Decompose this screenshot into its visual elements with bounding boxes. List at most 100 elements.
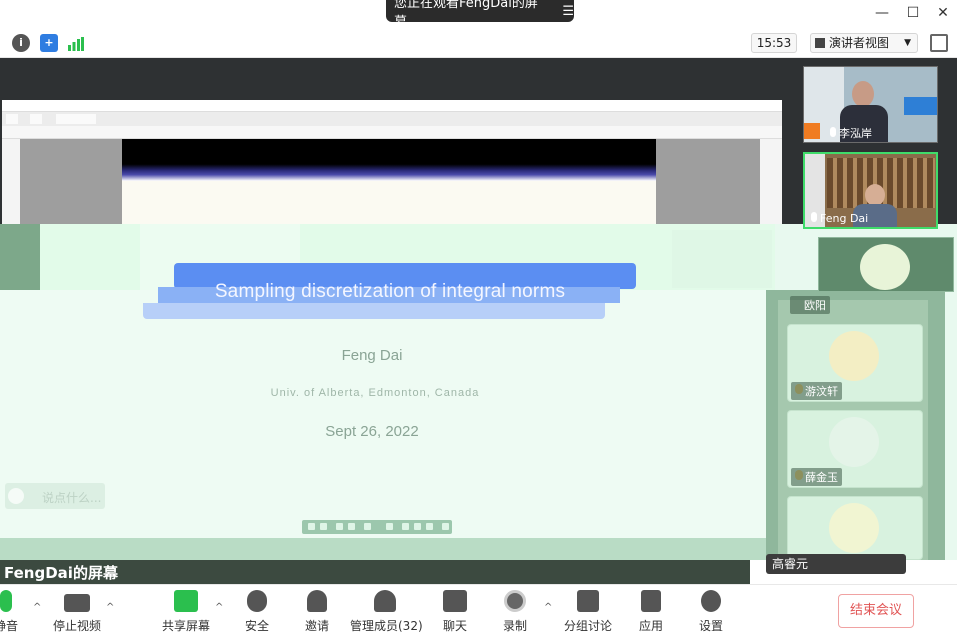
avatar [829, 417, 879, 467]
settings-label: 设置 [698, 619, 723, 633]
pdf-left-rail [2, 139, 20, 224]
breakout-icon [577, 590, 599, 612]
security-label: 安全 [244, 619, 269, 633]
share-screen-label: 共享屏幕 [162, 619, 211, 633]
share-screen-button[interactable]: 共享屏幕 [162, 590, 210, 634]
participant-video[interactable]: 李泓岸 [803, 66, 938, 143]
share-banner-text: 您正在观看FengDai的屏幕 [394, 0, 538, 30]
screen-owner-label: FengDai的屏幕 [4, 564, 118, 582]
person-head [865, 184, 885, 206]
avatar-icon [804, 123, 820, 139]
toolbar-dot[interactable] [402, 523, 409, 530]
apps-button[interactable]: 应用 [634, 590, 668, 634]
mic-icon [0, 590, 12, 612]
toolbar-dot[interactable] [364, 523, 371, 530]
end-meeting-button[interactable]: 结束会议 [838, 594, 914, 628]
mute-label: 静音 [0, 619, 18, 633]
share-screen-icon [174, 590, 198, 612]
stop-video-button[interactable]: 停止视频 [52, 590, 102, 634]
meeting-clock: 15:53 [751, 33, 797, 53]
pdf-viewer-toolbar [2, 126, 782, 139]
toolbar-dot[interactable] [320, 523, 327, 530]
chat-button[interactable]: 聊天 [438, 590, 472, 634]
invite-label: 邀请 [304, 619, 329, 633]
pdf-viewer-tabs [2, 112, 782, 126]
security-button[interactable]: 安全 [240, 590, 274, 634]
avatar [829, 331, 879, 381]
record-label: 录制 [502, 619, 527, 633]
toolbar-dot[interactable] [414, 523, 421, 530]
toolbar-dot[interactable] [308, 523, 315, 530]
pdf-viewer-titlebar [2, 100, 782, 112]
apps-label: 应用 [638, 619, 663, 633]
pdf-tab-tools [30, 114, 42, 124]
view-mode-dropdown[interactable]: 演讲者视图 ▼ [810, 33, 918, 53]
avatar [829, 503, 879, 553]
slide-page [122, 181, 656, 224]
slide-affiliation: Univ. of Alberta, Edmonton, Canada [270, 387, 480, 399]
layout-icon [815, 38, 825, 48]
video-icon [64, 594, 90, 612]
apps-icon [641, 590, 661, 612]
minimize-button[interactable]: — [871, 4, 893, 22]
manage-members-label: 管理成员(32) [350, 619, 423, 633]
toolbar-dot[interactable] [336, 523, 343, 530]
avatar [860, 244, 910, 290]
fullscreen-icon[interactable] [930, 34, 948, 52]
control-bar [0, 584, 957, 636]
record-button[interactable]: 录制 [498, 590, 532, 634]
toolbar-dot[interactable] [442, 523, 449, 530]
invite-button[interactable]: 邀请 [300, 590, 334, 634]
participant-name: 薛金玉 [791, 468, 842, 486]
participant-name: 游汶轩 [791, 382, 842, 400]
person-head [852, 81, 874, 107]
participant-name: 高睿元 [766, 554, 906, 574]
chevron-up-icon[interactable]: ^ [106, 602, 114, 613]
pdf-tab-home [6, 114, 18, 124]
slide-body [0, 290, 770, 540]
slide-title: Sampling discretization of integral norm… [214, 281, 566, 302]
slide-date: Sept 26, 2022 [325, 423, 419, 440]
breakout-button[interactable]: 分组讨论 [562, 590, 614, 634]
artifact-band [0, 538, 766, 560]
chevron-up-icon[interactable]: ^ [33, 602, 41, 613]
mute-button[interactable]: 静音 [0, 590, 26, 634]
chevron-down-icon: ▼ [904, 38, 911, 48]
mic-icon [811, 212, 817, 222]
participant-name: 李泓岸 [839, 127, 872, 140]
slide-title-banner-ghost [143, 303, 605, 319]
pdf-right-rail [760, 139, 782, 224]
share-banner[interactable]: 您正在观看FengDai的屏幕 ☰ [386, 0, 574, 30]
slide-header-band [122, 139, 656, 181]
manage-members-button[interactable]: 管理成员(32) [350, 590, 423, 634]
close-button[interactable]: ✕ [932, 4, 954, 22]
settings-button[interactable]: 设置 [694, 590, 728, 634]
toolbar-dot[interactable] [426, 523, 433, 530]
mic-icon [830, 127, 836, 137]
chat-icon [443, 590, 467, 612]
view-mode-label: 演讲者视图 [829, 36, 890, 50]
chevron-up-icon[interactable]: ^ [544, 602, 552, 613]
background-furniture [904, 97, 937, 115]
shield-icon[interactable]: + [40, 34, 58, 52]
participant-name: 欧阳 [790, 296, 830, 314]
maximize-button[interactable]: ☐ [902, 4, 924, 22]
members-icon [374, 590, 396, 612]
toolbar-dot[interactable] [386, 523, 393, 530]
chevron-up-icon[interactable]: ^ [215, 602, 223, 613]
gear-icon [701, 590, 721, 612]
participant-name: Feng Dai [820, 212, 869, 225]
pdf-tab-document [56, 114, 96, 124]
emoji-icon[interactable] [8, 488, 24, 504]
info-icon[interactable]: i [12, 34, 30, 52]
stop-video-label: 停止视频 [52, 619, 101, 633]
toolbar-dot[interactable] [348, 523, 355, 530]
invite-icon [307, 590, 327, 612]
menu-icon[interactable]: ☰ [562, 4, 574, 19]
shield-icon [247, 590, 267, 612]
signal-icon[interactable] [68, 36, 84, 51]
artifact-block [672, 230, 772, 288]
chat-label: 聊天 [442, 619, 467, 633]
participant-video-active[interactable]: Feng Dai [803, 152, 938, 229]
chat-placeholder: 说点什么... [42, 491, 102, 505]
